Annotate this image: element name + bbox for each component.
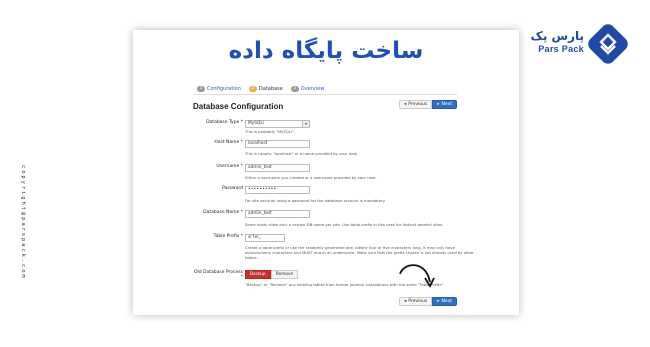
section-title: Database Configuration [193,102,284,111]
old-db-help: "Backup" or "Remove" any existing tables… [245,282,445,287]
host-help: This is usually "localhost" or a name pr… [245,151,359,156]
prefix-input[interactable]: sr7ei_ [245,234,285,242]
bottom-nav-buttons: ◂ Previous ▸ Next [398,297,457,306]
prefix-help: Create a table prefix or use the randoml… [245,245,474,260]
previous-button[interactable]: ◂ Previous [398,297,433,306]
top-nav-buttons: ◂ Previous ▸ Next [398,100,457,109]
arrow-right-icon: ▸ [437,299,440,304]
annotation-arrow-icon [399,264,435,288]
password-help: For site security using a password for t… [245,198,386,203]
step-number: 1 [197,86,205,92]
next-button[interactable]: ▸ Next [432,100,457,109]
db-type-value: MySQLi [248,121,264,126]
backup-option[interactable]: Backup [245,270,271,279]
tab-label: Configuration [207,86,241,92]
step-tabs: 1 Configuration 2 Database 3 Overview [197,86,324,92]
username-help: Either a username you created or a usern… [245,175,377,180]
previous-button[interactable]: ◂ Previous [398,100,433,109]
next-label: Next [441,299,452,304]
tab-configuration[interactable]: 1 Configuration [197,86,241,92]
db-type-help: This is probably "MySQLi". [245,129,295,134]
username-input[interactable]: admin_test [245,164,310,172]
chevron-down-icon: ▾ [302,121,309,127]
db-name-help: Some hosts allow only a certain DB name … [245,222,444,227]
password-label: Password [221,186,243,191]
host-label: Host Name * [214,140,243,145]
password-input[interactable]: •••••••••• [245,186,310,194]
brand: پارس پک Pars Pack [518,24,628,64]
username-label: Username * [216,164,243,169]
next-button[interactable]: ▸ Next [432,297,457,306]
previous-label: Previous [408,102,428,107]
parspack-logo-icon [588,24,628,64]
brand-name-fa: پارس پک [530,29,584,43]
old-db-toggle: Backup Remove [245,270,299,279]
host-input[interactable]: localhost [245,140,310,148]
db-type-select[interactable]: MySQLi ▾ [245,120,310,128]
hero-title: ساخت پایگاه داده [228,38,424,64]
tab-label: Database [258,86,283,92]
db-type-label: Database Type * [206,120,243,125]
arrow-right-icon: ▸ [437,102,440,107]
old-db-label: Old Database Process * [193,270,243,280]
step-number: 2 [248,86,257,92]
divider [193,94,457,95]
tab-label: Overview [300,86,325,92]
db-name-label: Database Name * [203,210,243,215]
db-name-input[interactable]: admin_test [245,210,310,218]
installer-card: ساخت پایگاه داده 1 Configuration 2 Datab… [133,30,519,315]
arrow-left-icon: ◂ [403,299,407,304]
next-label: Next [441,102,452,107]
remove-option[interactable]: Remove [270,270,299,279]
tab-overview[interactable]: 3 Overview [290,86,325,92]
prefix-label: Table Prefix * [213,234,243,239]
brand-name-en: Pars Pack [538,44,584,54]
previous-label: Previous [408,299,428,304]
copyright-text: copyright@parspack.com [20,165,26,280]
step-number: 3 [290,86,299,92]
arrow-left-icon: ◂ [403,102,407,107]
tab-database[interactable]: 2 Database [248,86,283,92]
